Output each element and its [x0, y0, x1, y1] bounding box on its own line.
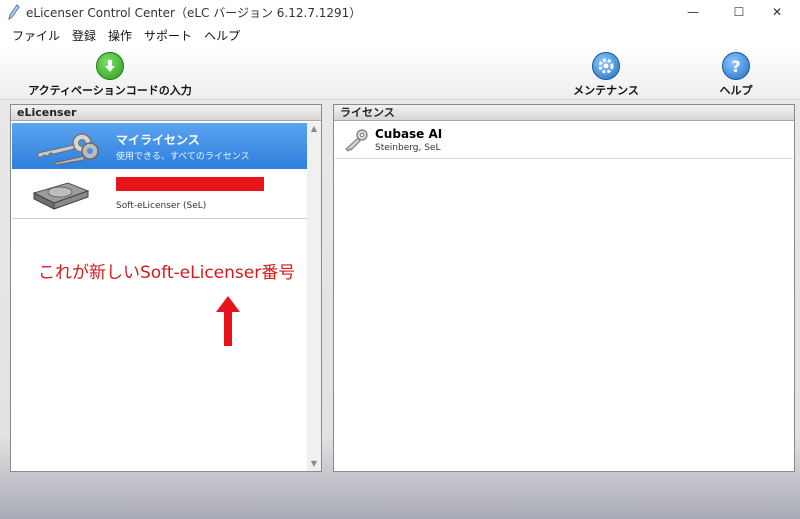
license-row-cubase-ai[interactable]: Cubase AI Steinberg, SeL [335, 123, 793, 159]
elicenser-panel: eLicenser マイライセンス 使用できる、すべてのライセンス Soft-e [10, 104, 322, 472]
gear-icon [592, 52, 620, 80]
title-bar: eLicenser Control Center（eLC バージョン 6.12.… [0, 0, 800, 24]
hard-drive-icon [32, 182, 90, 210]
menu-bar: ファイル 登録 操作 サポート ヘルプ [0, 24, 800, 46]
left-panel-scrollbar[interactable]: ▲ ▼ [307, 122, 321, 471]
maximize-icon: ☐ [733, 5, 745, 19]
help-label: ヘルプ [719, 84, 753, 97]
work-area: eLicenser マイライセンス 使用できる、すべてのライセンス Soft-e [0, 100, 800, 519]
activation-code-button[interactable]: アクティベーションコードの入力 [28, 52, 192, 98]
list-item-my-licenses[interactable]: マイライセンス 使用できる、すべてのライセンス [12, 123, 308, 169]
minimize-icon: — [687, 5, 699, 19]
license-name: Cubase AI [375, 127, 443, 141]
menu-register[interactable]: 登録 [72, 27, 96, 44]
scroll-up-icon[interactable]: ▲ [307, 122, 321, 136]
license-vendor: Steinberg, SeL [375, 143, 441, 153]
license-panel: ライセンス Cubase AI Steinberg, SeL [333, 104, 795, 472]
annotation-text: これが新しいSoft-eLicenser番号 [38, 263, 296, 283]
my-licenses-subtitle: 使用できる、すべてのライセンス [116, 152, 250, 162]
scroll-down-icon[interactable]: ▼ [307, 457, 321, 471]
maintenance-button[interactable]: メンテナンス [570, 52, 642, 98]
redacted-serial-number [116, 177, 264, 191]
toolbar: アクティベーションコードの入力 メンテナンス ? ヘルプ [0, 46, 800, 100]
keys-icon [37, 133, 99, 165]
menu-support[interactable]: サポート [144, 27, 192, 44]
menu-help[interactable]: ヘルプ [204, 27, 240, 44]
activation-code-label: アクティベーションコードの入力 [28, 84, 192, 97]
minimize-button[interactable]: — [670, 0, 716, 24]
help-button[interactable]: ? ヘルプ [706, 52, 766, 98]
download-arrow-icon [96, 52, 124, 80]
close-icon: ✕ [771, 5, 783, 19]
close-button[interactable]: ✕ [754, 0, 800, 24]
soft-elicenser-subtitle: Soft-eLicenser (SeL) [116, 201, 207, 211]
maintenance-label: メンテナンス [573, 84, 639, 97]
menu-file[interactable]: ファイル [12, 27, 60, 44]
question-icon: ? [722, 52, 750, 80]
key-icon [345, 129, 368, 152]
pencil-icon [8, 4, 20, 20]
elicenser-panel-header: eLicenser [11, 105, 321, 121]
my-licenses-title: マイライセンス [116, 133, 200, 147]
menu-operation[interactable]: 操作 [108, 27, 132, 44]
license-panel-header: ライセンス [334, 105, 794, 121]
annotation-arrow-icon [216, 296, 240, 346]
window-title: eLicenser Control Center（eLC バージョン 6.12.… [26, 6, 362, 20]
list-item-soft-elicenser[interactable]: Soft-eLicenser (SeL) [12, 171, 308, 219]
